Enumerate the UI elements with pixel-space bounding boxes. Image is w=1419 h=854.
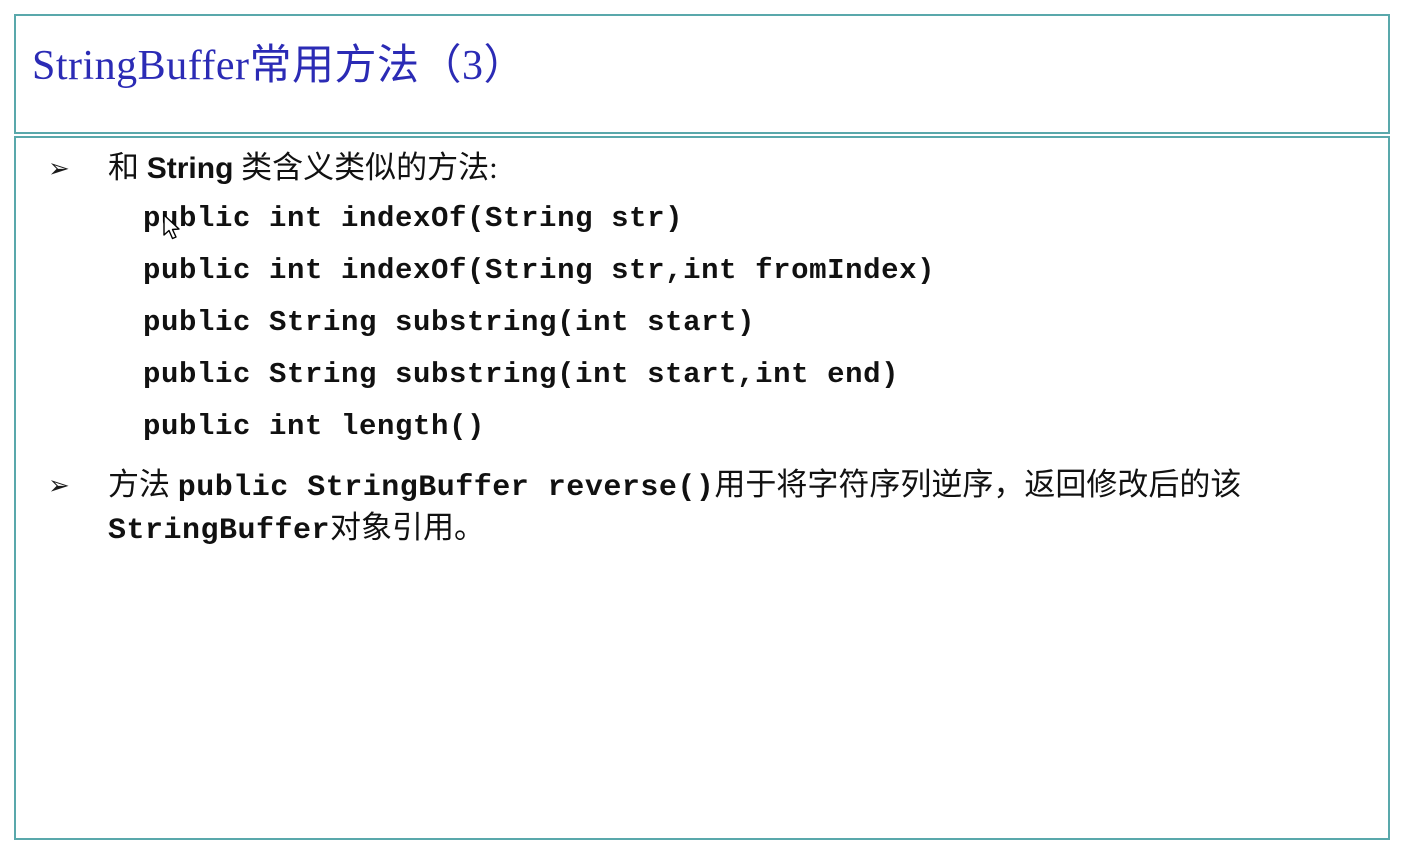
- arrow-bullet-icon: ➢: [48, 154, 70, 184]
- content-placeholder: ➢ 和 String 类含义类似的方法: public int indexOf(…: [14, 136, 1390, 840]
- slide-canvas: StringBuffer常用方法（3） ➢ 和 String 类含义类似的方法:…: [0, 0, 1419, 854]
- bullet-item-2: ➢ 方法 public StringBuffer reverse()用于将字符序…: [30, 465, 1374, 551]
- bullet-1-lead: 和: [108, 150, 147, 185]
- code-line-1: public int indexOf(String str): [143, 202, 684, 235]
- title-placeholder: StringBuffer常用方法（3）: [14, 14, 1390, 134]
- bullet-item-1: ➢ 和 String 类含义类似的方法:: [30, 148, 1374, 189]
- method-signature-list: public int indexOf(String str) public in…: [30, 193, 1374, 453]
- code-line-5: public int length(): [143, 410, 486, 443]
- code-line-2: public int indexOf(String str,int fromIn…: [143, 254, 936, 287]
- code-line-3: public String substring(int start): [143, 306, 756, 339]
- bullet-1-emphasis: String: [146, 152, 234, 185]
- page-title: StringBuffer常用方法（3）: [32, 43, 527, 89]
- bullet-2-emphasis: public StringBuffer reverse(): [177, 471, 715, 505]
- content-body: ➢ 和 String 类含义类似的方法: public int indexOf(…: [16, 138, 1388, 551]
- bullet-item-2-text: 方法 public StringBuffer reverse()用于将字符序列逆…: [108, 465, 1374, 551]
- bullet-2-tail: 用于将字符序列逆序，返回修改后的该: [714, 467, 1242, 502]
- bullet-2-emphasis-2: StringBuffer: [108, 514, 331, 548]
- bullet-2-lead: 方法: [108, 467, 178, 502]
- code-line-4: public String substring(int start,int en…: [143, 358, 900, 391]
- arrow-bullet-icon: ➢: [48, 471, 70, 501]
- bullet-1-tail: 类含义类似的方法:: [233, 150, 498, 185]
- bullet-item-1-text: 和 String 类含义类似的方法:: [108, 150, 498, 185]
- bullet-2-tail-2: 对象引用。: [330, 510, 486, 545]
